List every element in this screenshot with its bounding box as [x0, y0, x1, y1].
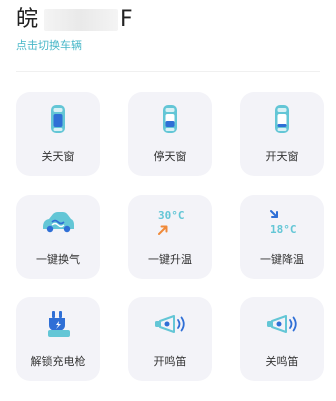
control-label: 关天窗: [41, 150, 75, 163]
license-plate: 皖F: [16, 6, 133, 34]
horn-on-button[interactable]: 开鸣笛: [128, 297, 212, 381]
switch-vehicle-link[interactable]: 点击切换车辆: [16, 39, 82, 53]
stop-sunroof-button[interactable]: 停天窗: [128, 92, 212, 176]
ventilation-button[interactable]: 一键换气: [16, 195, 100, 279]
temperature-down-icon: 18°C: [270, 210, 297, 236]
control-label: 开天窗: [265, 150, 299, 163]
unlock-charging-gun-button[interactable]: 解锁充电枪: [16, 297, 100, 381]
temp-value: 18°C: [270, 223, 297, 236]
horn-on-icon: [155, 315, 185, 333]
heat-up-button[interactable]: 30°C 一键升温: [128, 195, 212, 279]
temp-value: 30°C: [158, 209, 185, 222]
horn-off-icon: [267, 315, 297, 333]
car-sunroof-stop-icon: [163, 105, 177, 133]
charging-gun-unlock-icon: [48, 311, 70, 337]
temperature-up-icon: 30°C: [158, 209, 185, 235]
car-ventilation-icon: [43, 212, 74, 233]
control-label: 停天窗: [153, 150, 187, 163]
divider: [16, 71, 320, 72]
horn-off-button[interactable]: 关鸣笛: [240, 297, 324, 381]
car-sunroof-closed-icon: [51, 105, 65, 133]
vehicle-header: 皖F 点击切换车辆: [16, 6, 320, 58]
control-label: 解锁充电枪: [30, 355, 86, 368]
control-label: 一键升温: [148, 253, 192, 266]
plate-redacted: [44, 9, 119, 31]
control-label: 关鸣笛: [265, 355, 299, 368]
control-label: 开鸣笛: [153, 355, 187, 368]
control-grid: 关天窗 停天窗 开天窗 一键换气 30°C 一键升温 18°C 一键降温 解锁充…: [16, 92, 324, 382]
control-label: 一键降温: [260, 253, 304, 266]
control-label: 一键换气: [36, 253, 80, 266]
open-sunroof-button[interactable]: 开天窗: [240, 92, 324, 176]
plate-suffix: F: [120, 7, 133, 32]
car-sunroof-open-icon: [275, 105, 289, 133]
close-sunroof-button[interactable]: 关天窗: [16, 92, 100, 176]
cool-down-button[interactable]: 18°C 一键降温: [240, 195, 324, 279]
plate-prefix: 皖: [16, 7, 39, 32]
